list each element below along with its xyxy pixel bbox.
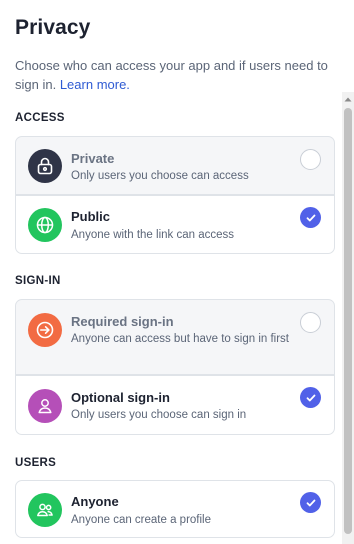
- option-private[interactable]: Private Only users you choose can access: [15, 136, 335, 195]
- users-icon: [28, 493, 62, 527]
- checkmark-icon: [306, 394, 315, 401]
- vertical-scrollbar[interactable]: [342, 92, 354, 544]
- scrollbar-thumb[interactable]: [344, 108, 352, 534]
- option-label: Required sign-in: [71, 314, 174, 329]
- option-required-signin[interactable]: Required sign-in Anyone can access but h…: [15, 299, 335, 375]
- option-description: Only users you choose can access: [71, 170, 249, 182]
- option-label: Optional sign-in: [71, 390, 170, 405]
- section-label-users: USERS: [15, 457, 57, 469]
- scroll-up-arrow-icon[interactable]: [342, 92, 354, 106]
- radio-checked[interactable]: [300, 492, 321, 513]
- option-anyone[interactable]: Anyone Anyone can create a profile: [15, 480, 335, 538]
- privacy-panel: Privacy Choose who can access your app a…: [0, 0, 354, 544]
- radio-unchecked[interactable]: [300, 149, 321, 170]
- section-label-signin: SIGN-IN: [15, 275, 61, 287]
- option-label: Anyone: [71, 494, 119, 509]
- option-label: Private: [71, 151, 115, 166]
- option-description: Anyone can access but have to sign in fi…: [71, 333, 289, 345]
- learn-more-link[interactable]: Learn more.: [60, 77, 130, 92]
- option-public[interactable]: Public Anyone with the link can access: [15, 195, 335, 254]
- option-optional-signin[interactable]: Optional sign-in Only users you choose c…: [15, 375, 335, 435]
- checkmark-icon: [306, 214, 315, 221]
- radio-unchecked[interactable]: [300, 312, 321, 333]
- section-label-access: ACCESS: [15, 112, 65, 124]
- lock-icon: [28, 149, 62, 183]
- globe-icon: [28, 208, 62, 242]
- page-title: Privacy: [15, 16, 91, 39]
- radio-checked[interactable]: [300, 387, 321, 408]
- option-description: Anyone with the link can access: [71, 229, 235, 241]
- page-description: Choose who can access your app and if us…: [15, 57, 331, 94]
- sign-in-arrow-icon: [28, 313, 62, 347]
- radio-checked[interactable]: [300, 207, 321, 228]
- option-description: Only users you choose can sign in: [71, 409, 247, 421]
- option-label: Public: [71, 209, 111, 224]
- checkmark-icon: [306, 499, 315, 506]
- user-icon: [28, 389, 62, 423]
- option-description: Anyone can create a profile: [71, 514, 212, 526]
